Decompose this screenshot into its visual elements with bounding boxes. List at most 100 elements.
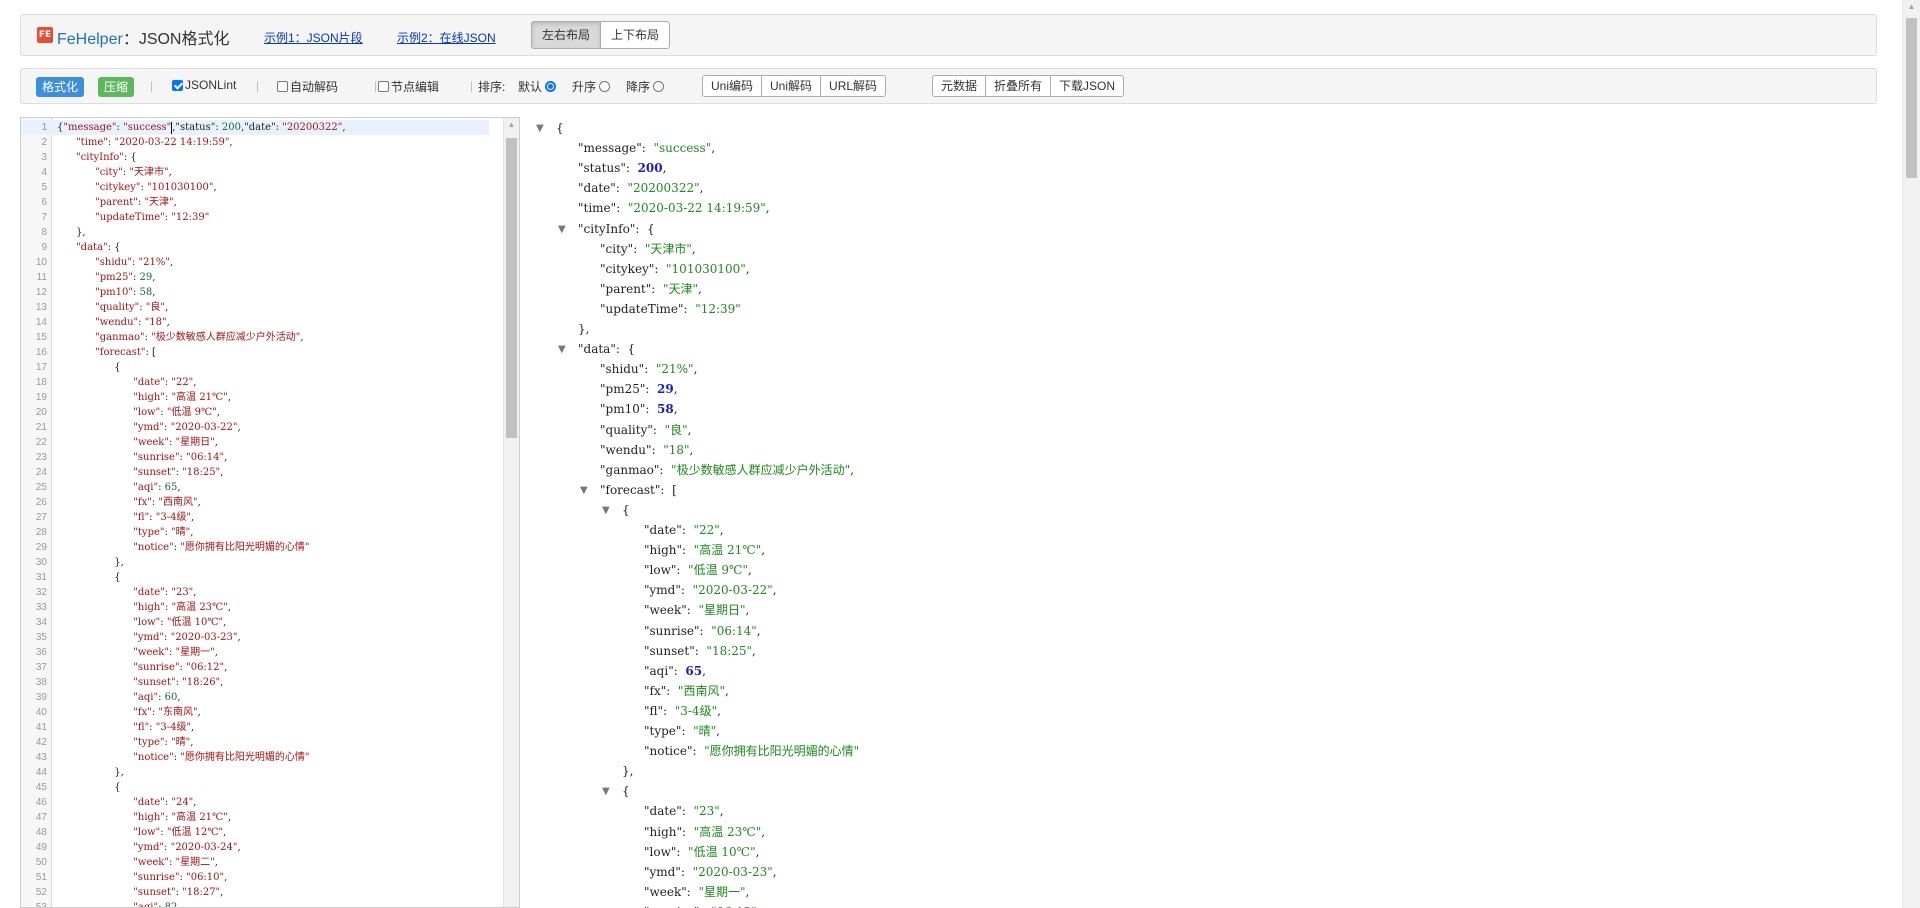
- editor-line: 24 "sunset": "18:25",: [21, 465, 489, 480]
- code-punct: ,: [177, 692, 181, 703]
- tree-colon: :: [673, 663, 686, 678]
- page-scrollbar[interactable]: ▲: [1902, 0, 1920, 908]
- tree-row: "pm25": 29,: [600, 379, 678, 399]
- tree-bracket: },: [578, 322, 590, 336]
- code-punct: ,: [224, 662, 228, 673]
- tree-colon: :: [680, 583, 693, 598]
- top-bottom-layout-button[interactable]: 上下布局: [600, 21, 671, 49]
- raw-data-button[interactable]: 元数据: [932, 75, 987, 97]
- example-json-snippet-link[interactable]: 示例1：JSON片段: [264, 29, 363, 46]
- tree-colon: :: [676, 844, 689, 859]
- code-string: "愿你拥有比阳光明媚的心情": [180, 752, 310, 763]
- collapse-toggle-icon[interactable]: ▼: [558, 340, 566, 360]
- code-key: "low": [133, 617, 161, 628]
- tree-string-value: "晴": [693, 724, 717, 738]
- collapse-toggle-icon[interactable]: ▼: [602, 501, 610, 521]
- brand-name: FeHelper: [57, 31, 123, 48]
- tree-colon: :: [663, 703, 675, 718]
- page-scrollbar-thumb[interactable]: [1906, 18, 1917, 178]
- tree-bracket: {: [556, 121, 564, 135]
- example-online-json-link[interactable]: 示例2：在线JSON: [397, 29, 496, 46]
- tree-comma: ,: [761, 543, 766, 558]
- tree-colon: :: [654, 261, 667, 276]
- line-number: 21: [35, 422, 47, 433]
- sort-default-option[interactable]: 默认: [518, 78, 557, 95]
- code-text: "date": "23",: [57, 585, 196, 600]
- code-punct: ,: [227, 392, 232, 403]
- editor-scrollbar-thumb[interactable]: [506, 138, 517, 438]
- line-number: 5: [41, 182, 47, 193]
- code-string: "success": [123, 122, 172, 133]
- json-source-editor[interactable]: 1 {"message": "success","status": 200,"da…: [20, 117, 520, 908]
- code-text: "ganmao": "极少数敏感人群应减少户外活动",: [57, 330, 303, 345]
- code-key: "notice": [133, 752, 174, 763]
- compress-button[interactable]: 压缩: [98, 77, 135, 97]
- code-string: "星期一": [175, 647, 215, 658]
- code-string: "愿你拥有比阳光明媚的心情": [180, 542, 310, 553]
- tree-row: "quality": "良",: [600, 420, 691, 440]
- format-button[interactable]: 格式化: [36, 77, 85, 97]
- code-punct: ,: [220, 887, 224, 898]
- sort-asc-radio[interactable]: [599, 81, 611, 92]
- collapse-toggle-icon[interactable]: ▼: [536, 119, 544, 139]
- code-text: "week": "星期一",: [57, 645, 218, 660]
- tree-row: "sunset": "18:25",: [644, 641, 756, 661]
- node-edit-option[interactable]: 节点编辑: [378, 78, 439, 95]
- editor-line: 51 "sunrise": "06:10",: [21, 870, 489, 885]
- left-right-layout-button[interactable]: 左右布局: [531, 21, 602, 49]
- tree-row: "date": "20200322",: [578, 178, 703, 198]
- tree-key: "notice": [644, 744, 693, 759]
- editor-line: 8 },: [21, 225, 489, 240]
- editor-scrollbar[interactable]: ▲: [503, 118, 519, 907]
- code-punct: ,: [237, 422, 241, 433]
- sort-desc-radio[interactable]: [653, 81, 665, 92]
- line-number: 38: [35, 677, 47, 688]
- unicode-encode-button[interactable]: Uni编码: [702, 75, 763, 97]
- code-key: "fl": [133, 512, 150, 523]
- sort-default-radio[interactable]: [545, 81, 557, 92]
- tree-string-value: "高温 21℃": [693, 543, 762, 558]
- tree-colon: :: [694, 643, 707, 658]
- url-decode-button[interactable]: URL解码: [820, 75, 887, 97]
- tree-row: "low": "低温 10℃",: [644, 842, 759, 862]
- line-number: 7: [41, 212, 47, 223]
- download-json-button[interactable]: 下载JSON: [1050, 75, 1125, 97]
- collapse-toggle-icon[interactable]: ▼: [580, 481, 588, 501]
- fehelper-logo-icon: FE: [37, 27, 53, 43]
- code-key: "pm10": [95, 287, 133, 298]
- tree-comma: ,: [693, 362, 698, 377]
- auto-decode-option[interactable]: 自动解码: [277, 78, 338, 95]
- code-number: 82: [164, 902, 178, 908]
- toolbar-separator: |: [470, 79, 474, 93]
- code-text: "city": "天津市",: [57, 165, 172, 180]
- tree-row: "wendu": "18",: [600, 440, 693, 460]
- tree-colon: :: [645, 382, 658, 397]
- scroll-up-arrow-icon[interactable]: ▲: [504, 120, 519, 129]
- node-edit-checkbox[interactable]: [378, 81, 389, 92]
- jsonlint-checkbox[interactable]: [172, 79, 183, 91]
- code-punct: [57, 272, 95, 283]
- code-punct: ,"date":: [240, 122, 283, 133]
- code-punct: {: [57, 572, 121, 583]
- tree-key: "citykey": [600, 261, 655, 276]
- jsonlint-option[interactable]: JSONLint: [172, 78, 236, 92]
- tree-bracket: {: [627, 342, 636, 357]
- page-scroll-up-arrow-icon[interactable]: ▲: [1903, 2, 1920, 11]
- code-punct: ,: [193, 797, 197, 808]
- collapse-all-button[interactable]: 折叠所有: [985, 75, 1052, 97]
- tree-string-value: "18:25": [706, 643, 753, 658]
- code-text: "data": {: [57, 240, 120, 255]
- tree-colon: :: [659, 462, 672, 477]
- sort-desc-option[interactable]: 降序: [626, 78, 665, 95]
- unicode-decode-button[interactable]: Uni解码: [761, 75, 822, 97]
- tree-row: "ymd": "2020-03-22",: [644, 580, 777, 600]
- line-number: 11: [36, 272, 47, 283]
- sort-asc-option[interactable]: 升序: [572, 78, 611, 95]
- code-punct: [57, 617, 133, 628]
- code-string: "低温 10℃": [166, 617, 224, 628]
- collapse-toggle-icon[interactable]: ▼: [558, 220, 566, 240]
- collapse-toggle-icon[interactable]: ▼: [602, 782, 610, 802]
- tree-comma: ,: [673, 382, 678, 397]
- code-punct: },: [57, 557, 124, 568]
- auto-decode-checkbox[interactable]: [277, 81, 288, 92]
